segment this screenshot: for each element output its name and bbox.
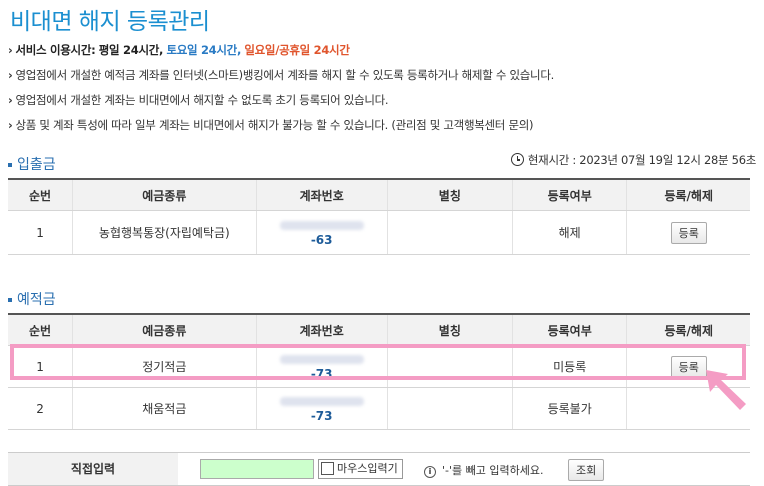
- direct-input-row: 직접입력 마우스입력기 i '-'를 빼고 입력하세요. 조회: [8, 452, 750, 486]
- highlight-box: [10, 344, 746, 380]
- sunday-hours: 일요일/공휴일 24시간: [244, 43, 350, 57]
- input-hint: i '-'를 빼고 입력하세요.: [424, 462, 543, 478]
- deposit-table: 순번 예금종류 계좌번호 별칭 등록여부 등록/해제 1 농협행복통장(자립예탁…: [8, 178, 750, 255]
- table-row: 2 채움적금 -73 등록불가: [8, 387, 750, 430]
- hours-prefix: 서비스 이용시간:: [15, 43, 96, 57]
- masked-account: [279, 220, 364, 230]
- col-no: 순번: [8, 314, 73, 346]
- info-icon: i: [424, 466, 436, 478]
- col-alias: 별칭: [386, 314, 513, 346]
- deposit-section-title: 입출금: [8, 154, 56, 174]
- notice-item: › 영업점에서 개설한 계좌는 비대면에서 해지할 수 없도록 초기 등록되어 있…: [8, 93, 389, 107]
- col-type: 예금종류: [72, 179, 257, 211]
- clock-icon: [510, 153, 524, 166]
- weekday-hours: 평일 24시간,: [98, 43, 164, 57]
- table-row: 1 농협행복통장(자립예탁금) -63 해제 등록: [8, 210, 750, 255]
- query-button[interactable]: 조회: [568, 459, 605, 481]
- page-title: 비대면 해지 등록관리: [10, 9, 210, 35]
- notice-item: › 상품 및 계좌 특성에 따라 일부 계좌는 비대면에서 해지가 불가능 할 수…: [8, 118, 534, 132]
- service-hours-notice: › 서비스 이용시간: 평일 24시간, 토요일 24시간, 일요일/공휴일 24…: [8, 43, 350, 57]
- register-button[interactable]: 등록: [670, 221, 707, 244]
- col-alias: 별칭: [386, 179, 513, 211]
- account-number: -73: [255, 387, 388, 430]
- saturday-hours: 토요일 24시간,: [166, 43, 242, 57]
- col-status: 등록여부: [511, 314, 627, 346]
- col-no: 순번: [8, 179, 73, 211]
- notice-list: › 서비스 이용시간: 평일 24시간, 토요일 24시간, 일요일/공휴일 24…: [8, 38, 764, 138]
- col-account: 계좌번호: [255, 179, 388, 211]
- direct-input-label: 직접입력: [8, 453, 178, 485]
- pointer-arrow-icon: [706, 370, 746, 410]
- checkbox[interactable]: [321, 461, 334, 475]
- savings-section-title: 예적금: [8, 289, 56, 309]
- mouse-input-toggle[interactable]: 마우스입력기: [318, 459, 403, 479]
- col-action: 등록/해제: [626, 314, 750, 346]
- account-input[interactable]: [200, 459, 314, 479]
- account-number: -63: [255, 210, 388, 255]
- notice-item: › 영업점에서 개설한 예적금 계좌를 인터넷(스마트)뱅킹에서 계좌를 해지 할…: [8, 68, 554, 82]
- col-account: 계좌번호: [255, 314, 388, 346]
- col-type: 예금종류: [72, 314, 257, 346]
- col-action: 등록/해제: [626, 179, 750, 211]
- current-time: 현재시간 : 2023년 07월 19일 12시 28분 56초: [510, 152, 756, 168]
- col-status: 등록여부: [511, 179, 627, 211]
- masked-account: [279, 396, 364, 406]
